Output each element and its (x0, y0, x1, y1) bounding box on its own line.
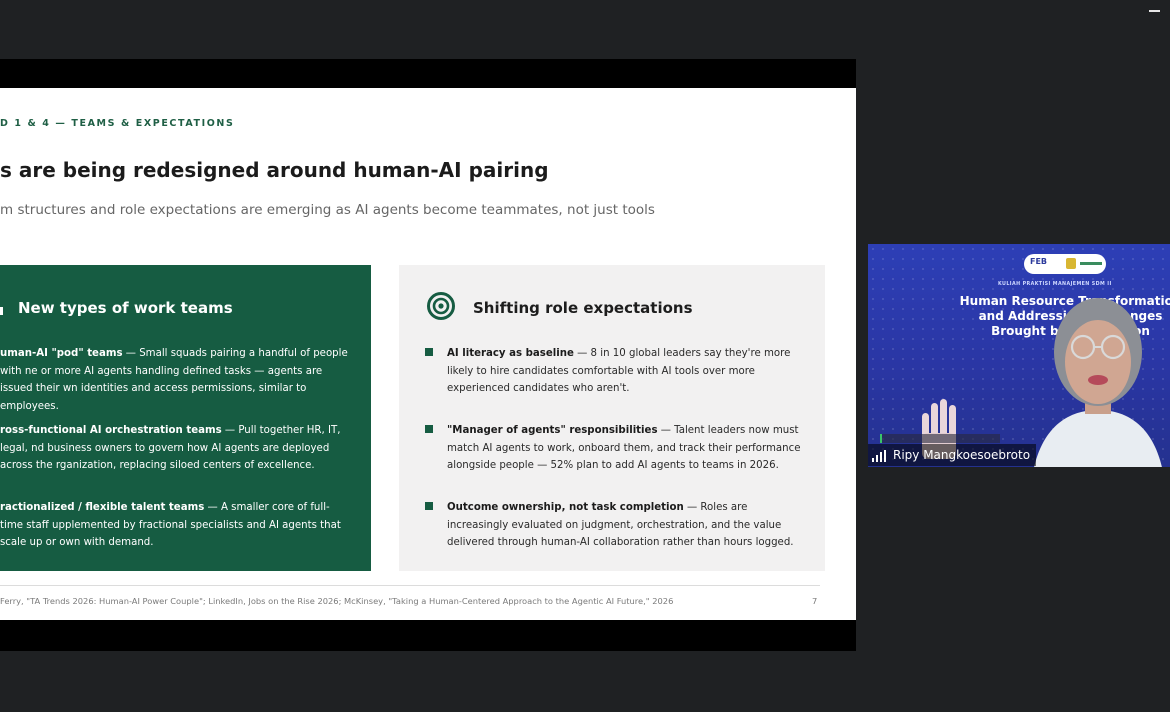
role-expectations-heading: Shifting role expectations (473, 299, 693, 317)
speaker-lower-third (880, 434, 1000, 443)
role-expectation-item: AI literacy as baseline — 8 in 10 global… (425, 345, 805, 398)
team-type-item: ross-functional AI orchestration teams —… (0, 425, 341, 471)
target-icon (427, 292, 455, 320)
team-type-item: ractionalized / flexible talent teams — … (0, 502, 341, 548)
work-teams-card: New types of work teams uman-AI "pod" te… (0, 265, 371, 571)
slide-title: s are being redesigned around human-AI p… (0, 158, 549, 182)
role-expectation-item: "Manager of agents" responsibilities — T… (425, 422, 805, 475)
slide-footer-sources: Ferry, "TA Trends 2026: Human-AI Power C… (0, 596, 674, 606)
role-expectation-item: Outcome ownership, not task completion —… (425, 499, 805, 552)
video-banner-caption: KULIAH PRAKTISI MANAJEMEN SDM II (998, 282, 1112, 287)
team-type-item: uman-AI "pod" teams — Small squads pairi… (0, 348, 348, 412)
minimize-icon[interactable] (1149, 10, 1160, 12)
participant-video-tile[interactable]: FEB KULIAH PRAKTISI MANAJEMEN SDM II Hum… (868, 244, 1170, 467)
slide-page-number: 7 (812, 596, 818, 606)
participant-name: Ripy Mangkoesoebroto (893, 448, 1031, 462)
footer-divider (0, 585, 820, 586)
role-expectations-card: Shifting role expectations AI literacy a… (399, 265, 825, 571)
screen-share-frame: D 1 & 4 — TEAMS & EXPECTATIONS s are bei… (0, 59, 856, 651)
bullet-square-icon (425, 348, 433, 356)
slide-eyebrow: D 1 & 4 — TEAMS & EXPECTATIONS (0, 118, 235, 129)
university-logo: FEB (1024, 254, 1106, 274)
bullet-square-icon (425, 502, 433, 510)
teams-icon (0, 307, 3, 315)
signal-strength-icon (872, 449, 887, 462)
presentation-slide: D 1 & 4 — TEAMS & EXPECTATIONS s are bei… (0, 88, 856, 620)
participant-figure (1034, 298, 1162, 467)
work-teams-heading: New types of work teams (18, 299, 233, 317)
slide-subtitle: m structures and role expectations are e… (0, 202, 655, 218)
bullet-square-icon (425, 425, 433, 433)
participant-name-tag: Ripy Mangkoesoebroto (868, 444, 1037, 466)
